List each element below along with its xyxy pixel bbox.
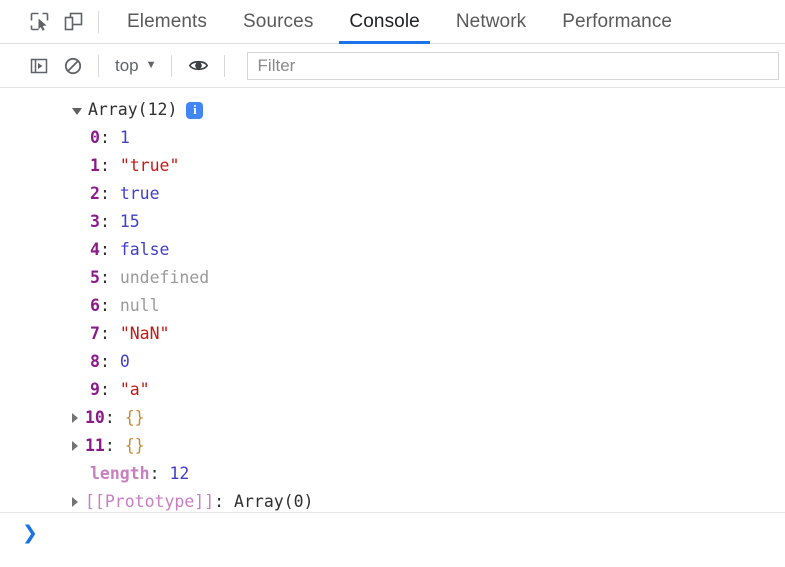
entry-value: 15 (119, 212, 140, 231)
array-entry-row: 8: 0 (0, 348, 785, 376)
entry-key: [[Prototype]] (85, 492, 215, 511)
entry-key: 8 (90, 352, 100, 371)
array-entry-row: 4: false (0, 236, 785, 264)
tab-elements[interactable]: Elements (109, 0, 225, 44)
prompt-chevron-icon: ❯ (22, 521, 38, 544)
entry-key: 9 (90, 380, 100, 399)
entry-value: true (119, 184, 160, 203)
filter-input[interactable] (255, 54, 770, 77)
live-expression-eye-icon[interactable] (182, 51, 216, 81)
tab-console[interactable]: Console (331, 0, 437, 44)
entry-key: 7 (90, 324, 100, 343)
array-entry-row: 3: 15 (0, 208, 785, 236)
entry-value: undefined (119, 268, 210, 287)
entry-value: 0 (119, 352, 130, 371)
array-entry-row: 5: undefined (0, 264, 785, 292)
entry-colon: : (99, 212, 120, 231)
entry-colon: : (99, 268, 120, 287)
array-header-label: Array(12) (88, 100, 178, 119)
entry-colon: : (99, 184, 120, 203)
entry-key: 2 (90, 184, 100, 203)
tab-elements-label: Elements (127, 10, 208, 32)
entry-key: 4 (90, 240, 100, 259)
array-entry-row: 1: "true" (0, 152, 785, 180)
console-prompt-input[interactable] (47, 522, 785, 544)
tab-network-label: Network (455, 10, 527, 32)
chevron-down-icon: ▼ (145, 59, 157, 71)
execution-context-selector[interactable]: top ▼ (109, 54, 163, 78)
console-prompt-row[interactable]: ❯ (0, 513, 785, 553)
entry-value: "true" (119, 156, 180, 175)
array-entry-row: length: 12 (0, 460, 785, 488)
entry-colon: : (99, 352, 120, 371)
console-toolbar-divider-1 (98, 54, 99, 77)
entry-key: 3 (90, 212, 100, 231)
entry-colon: : (99, 380, 120, 399)
execution-context-label: top (115, 55, 139, 75)
array-entry-row: 7: "NaN" (0, 320, 785, 348)
array-header-row[interactable]: Array(12) i (0, 96, 785, 124)
array-entry-row: 9: "a" (0, 376, 785, 404)
tab-console-label: Console (349, 10, 420, 32)
tab-network[interactable]: Network (438, 0, 544, 44)
entry-colon: : (99, 240, 120, 259)
tab-performance-label: Performance (562, 10, 673, 32)
entry-key: 1 (90, 156, 100, 175)
array-entry-row[interactable]: [[Prototype]]: Array(0) (0, 488, 785, 512)
entry-value: "NaN" (119, 324, 170, 343)
array-entries: 0: 11: "true" 2: true 3: 15 4: false 5: unde… (0, 124, 785, 512)
disclosure-triangle-open-icon[interactable] (72, 107, 82, 115)
array-entry-row: 0: 1 (0, 124, 785, 152)
entry-value: 12 (169, 464, 190, 483)
device-toolbar-icon[interactable] (56, 7, 90, 37)
entry-colon: : (99, 296, 120, 315)
array-entry-row[interactable]: 10: {} (0, 404, 785, 432)
disclosure-triangle-icon[interactable] (72, 441, 78, 451)
console-toolbar-divider-3 (223, 54, 225, 77)
disclosure-triangle-icon[interactable] (72, 497, 78, 507)
console-sidebar-icon[interactable] (22, 51, 56, 81)
panel-tabs: Elements Sources Console Network Perform… (109, 0, 690, 44)
inspect-element-icon[interactable] (22, 7, 56, 37)
entry-value: false (119, 240, 170, 259)
entry-value: 1 (119, 128, 130, 147)
entry-key: length (90, 464, 150, 483)
devtools-tabbar: Elements Sources Console Network Perform… (0, 0, 785, 44)
entry-value: {} (124, 436, 145, 455)
entry-colon: : (99, 128, 120, 147)
array-entry-row: 2: true (0, 180, 785, 208)
entry-colon: : (99, 324, 120, 343)
entry-key: 11 (85, 436, 105, 455)
array-entry-row[interactable]: 11: {} (0, 432, 785, 460)
entry-colon: : (214, 492, 235, 511)
entry-key: 10 (85, 408, 105, 427)
console-output: Array(12) i 0: 11: "true" 2: true 3: 15 4: … (0, 88, 785, 512)
entry-value: Array(0) (234, 492, 314, 511)
devtools-window: Elements Sources Console Network Perform… (0, 0, 785, 567)
filter-input-wrapper[interactable] (246, 51, 779, 80)
toolbar-divider (98, 10, 99, 33)
entry-value: null (119, 296, 160, 315)
entry-colon: : (104, 408, 125, 427)
disclosure-triangle-icon[interactable] (72, 413, 78, 423)
clear-console-icon[interactable] (56, 51, 90, 81)
entry-key: 0 (90, 128, 100, 147)
entry-colon: : (149, 464, 170, 483)
tab-sources[interactable]: Sources (225, 0, 331, 44)
tab-sources-label: Sources (243, 10, 314, 32)
tab-performance[interactable]: Performance (544, 0, 690, 44)
entry-value: {} (124, 408, 145, 427)
entry-colon: : (99, 156, 120, 175)
entry-colon: : (104, 436, 125, 455)
entry-key: 5 (90, 268, 100, 287)
array-entry-row: 6: null (0, 292, 785, 320)
console-toolbar: top ▼ (0, 44, 785, 88)
entry-key: 6 (90, 296, 100, 315)
entry-value: "a" (119, 380, 150, 399)
console-toolbar-divider-2 (170, 54, 172, 77)
info-badge-icon[interactable]: i (186, 101, 204, 119)
